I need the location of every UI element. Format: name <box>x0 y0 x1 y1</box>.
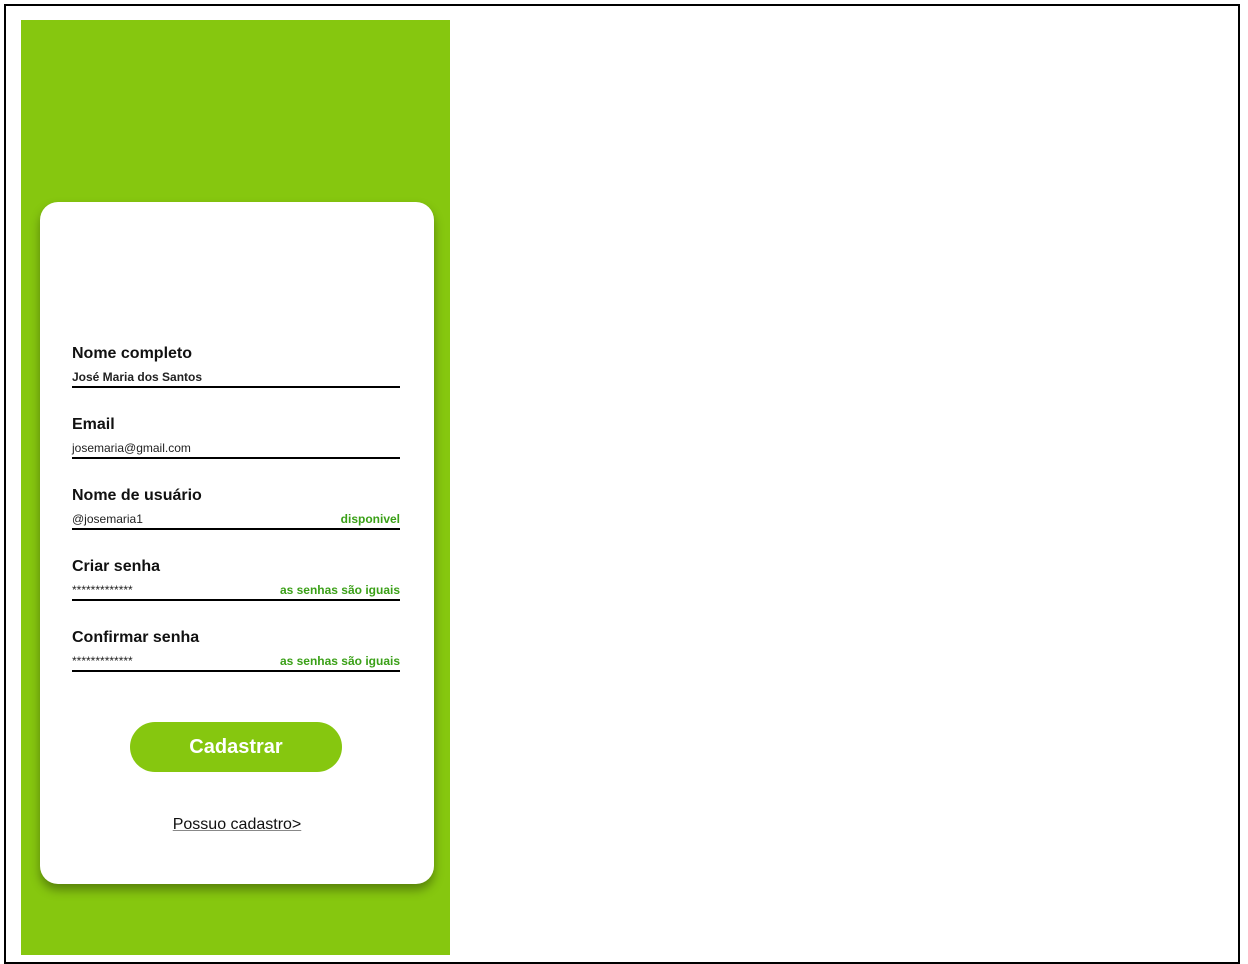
confirm-password-field[interactable]: Confirmar senha ************* as senhas … <box>72 628 400 680</box>
username-label: Nome de usuário <box>72 487 202 504</box>
has-account-link[interactable]: Possuo cadastro> <box>173 816 302 833</box>
create-password-underline <box>72 599 400 601</box>
email-label: Email <box>72 416 115 433</box>
username-underline <box>72 528 400 530</box>
username-input[interactable]: @josemaria1 <box>72 512 143 526</box>
create-password-label: Criar senha <box>72 558 161 575</box>
username-field[interactable]: Nome de usuário @josemaria1 disponivel <box>72 486 400 538</box>
confirm-password-label: Confirmar senha <box>72 629 200 646</box>
screen-frame: Nome completo José Maria dos Santos Emai… <box>4 4 1240 964</box>
create-password-field[interactable]: Criar senha ************* as senhas são … <box>72 557 400 609</box>
email-input[interactable]: josemaria@gmail.com <box>72 441 191 455</box>
app-screen: Nome completo José Maria dos Santos Emai… <box>21 20 450 955</box>
register-button[interactable]: Cadastrar <box>130 722 342 772</box>
full-name-field[interactable]: Nome completo José Maria dos Santos <box>72 344 400 396</box>
signup-card: Nome completo José Maria dos Santos Emai… <box>40 202 434 884</box>
email-underline <box>72 457 400 459</box>
full-name-label: Nome completo <box>72 345 193 362</box>
email-field[interactable]: Email josemaria@gmail.com <box>72 415 400 467</box>
confirm-password-match-hint: as senhas são iguais <box>279 654 400 668</box>
create-password-input[interactable]: ************* <box>72 583 133 597</box>
full-name-underline <box>72 386 400 388</box>
username-availability-hint: disponivel <box>340 512 400 526</box>
full-name-input[interactable]: José Maria dos Santos <box>72 370 202 384</box>
login-link-container: Possuo cadastro> <box>40 816 434 834</box>
confirm-password-input[interactable]: ************* <box>72 654 133 668</box>
confirm-password-underline <box>72 670 400 672</box>
create-password-match-hint: as senhas são iguais <box>279 583 400 597</box>
